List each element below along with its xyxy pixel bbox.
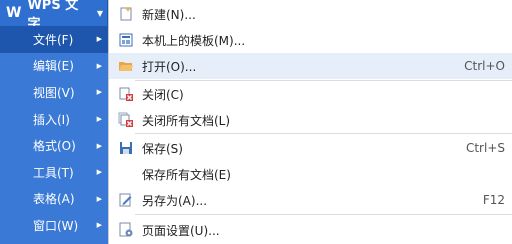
close-document-icon (118, 86, 134, 102)
file-submenu: 新建(N)... 本机上的模板(M)... 打开(O)... Ctrl+O 关闭… (108, 0, 512, 244)
chevron-right-icon: ▶ (96, 115, 102, 124)
chevron-right-icon: ▶ (96, 168, 102, 177)
chevron-right-icon: ▶ (96, 194, 102, 203)
menu-item-format[interactable]: 格式(O) ▶ (0, 132, 108, 159)
menu-label: 关闭所有文档(L) (142, 113, 231, 128)
menu-label: 本机上的模板(M)... (142, 33, 246, 48)
menu-label: 页面设置(U)... (142, 223, 220, 238)
chevron-down-icon: ▼ (96, 8, 103, 18)
save-as-icon (118, 192, 134, 208)
close-all-icon (118, 112, 134, 128)
menu-item-local-template[interactable]: 本机上的模板(M)... (109, 27, 512, 53)
page-setup-icon (118, 222, 134, 238)
menu-item-label: 编辑(E) (33, 59, 74, 74)
menu-separator (135, 133, 512, 134)
menu-item-close[interactable]: 关闭(C) (109, 81, 512, 107)
menu-item-label: 表格(A) (33, 192, 75, 207)
menu-item-label: 工具(T) (33, 165, 74, 180)
menu-item-table[interactable]: 表格(A) ▶ (0, 186, 108, 213)
menu-label: 打开(O)... (142, 59, 197, 74)
menu-item-new[interactable]: 新建(N)... (109, 1, 512, 27)
menu-item-open[interactable]: 打开(O)... Ctrl+O (109, 53, 512, 79)
save-icon (118, 140, 134, 156)
chevron-right-icon: ▶ (96, 141, 102, 150)
menu-item-page-setup[interactable]: 页面设置(U)... (109, 217, 512, 243)
menu-separator (135, 214, 512, 215)
template-icon (118, 32, 134, 48)
shortcut-label: Ctrl+O (464, 59, 505, 73)
menu-item-label: 窗口(W) (33, 218, 79, 233)
menu-label: 新建(N)... (142, 7, 196, 22)
menu-label: 另存为(A)... (142, 193, 208, 208)
app-menu-button[interactable]: W WPS 文字 ▼ (0, 0, 108, 32)
menu-item-save-all[interactable]: 保存所有文档(E) (109, 161, 512, 187)
menu-item-save[interactable]: 保存(S) Ctrl+S (109, 135, 512, 161)
menu-item-label: 文件(F) (33, 32, 74, 47)
menu-label: 保存(S) (142, 141, 183, 156)
menu-item-save-as[interactable]: 另存为(A)... F12 (109, 187, 512, 213)
menu-item-close-all[interactable]: 关闭所有文档(L) (109, 107, 512, 133)
menu-item-label: 视图(V) (33, 85, 75, 100)
menu-item-insert[interactable]: 插入(I) ▶ (0, 106, 108, 133)
chevron-right-icon: ▶ (96, 35, 102, 44)
menu-item-file[interactable]: 文件(F) ▶ (0, 26, 108, 53)
menu-item-tools[interactable]: 工具(T) ▶ (0, 159, 108, 186)
wps-logo: W (6, 5, 22, 21)
shortcut-label: F12 (482, 193, 505, 207)
chevron-right-icon: ▶ (96, 221, 102, 230)
menu-item-label: 格式(O) (33, 139, 76, 154)
open-folder-icon (118, 58, 134, 74)
menu-item-window[interactable]: 窗口(W) ▶ (0, 212, 108, 239)
menu-item-view[interactable]: 视图(V) ▶ (0, 79, 108, 106)
menu-label: 关闭(C) (142, 87, 184, 102)
main-menu: 文件(F) ▶ 编辑(E) ▶ 视图(V) ▶ 插入(I) ▶ 格式(O) ▶ … (0, 26, 108, 244)
new-document-icon (118, 6, 134, 22)
menu-item-edit[interactable]: 编辑(E) ▶ (0, 53, 108, 80)
shortcut-label: Ctrl+S (465, 141, 505, 155)
chevron-right-icon: ▶ (96, 61, 102, 70)
menu-label: 保存所有文档(E) (142, 167, 231, 182)
menu-item-label: 插入(I) (33, 112, 70, 127)
chevron-right-icon: ▶ (96, 88, 102, 97)
